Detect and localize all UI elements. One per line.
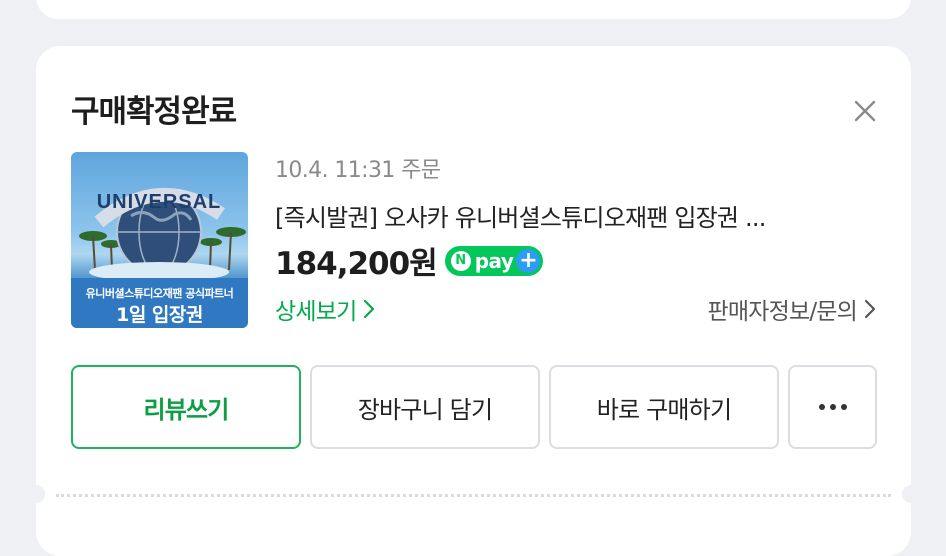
add-to-cart-button[interactable]: 장바구니 담기 — [310, 365, 540, 449]
npay-plus-icon: + — [516, 248, 541, 273]
close-icon[interactable] — [850, 96, 880, 126]
npay-n-icon: N — [450, 250, 471, 271]
order-date: 10.4. 11:31 주문 — [275, 158, 441, 183]
write-review-button[interactable]: 리뷰쓰기 — [71, 365, 301, 449]
seller-info-link[interactable]: 판매자정보/문의 — [708, 292, 877, 326]
chevron-right-icon — [864, 299, 876, 319]
previous-order-card — [36, 0, 911, 19]
thumbnail-ticket-label: 1일 입장권 — [116, 304, 203, 326]
chevron-right-icon — [364, 299, 375, 319]
more-options-button[interactable] — [788, 365, 877, 449]
more-dots-icon — [818, 404, 847, 410]
order-card: 구매확정완료 UNIVERSAL 유니버셜스튜디오재팬 공식파트너 1일 입장권… — [27, 46, 920, 556]
ticket-notch-right — [902, 485, 920, 503]
npay-plus-badge: N pay + — [444, 245, 544, 276]
npay-label: pay — [474, 248, 514, 273]
ticket-notch-left — [27, 485, 45, 503]
price-row: 184,200원 N pay + — [275, 238, 544, 283]
dotted-divider — [56, 494, 891, 497]
product-thumbnail[interactable]: UNIVERSAL 유니버셜스튜디오재팬 공식파트너 1일 입장권 — [71, 152, 248, 328]
view-details-link[interactable]: 상세보기 — [275, 292, 376, 326]
seller-info-label: 판매자정보/문의 — [707, 299, 858, 325]
product-name[interactable]: [즉시발권] 오사카 유니버셜스튜디오재팬 입장권 ... — [275, 198, 875, 233]
order-status-title: 구매확정완료 — [71, 94, 237, 130]
buy-now-button[interactable]: 바로 구매하기 — [549, 365, 779, 449]
thumbnail-caption: 유니버셜스튜디오재팬 공식파트너 — [85, 287, 234, 300]
product-price: 184,200원 — [275, 246, 438, 282]
view-details-label: 상세보기 — [275, 299, 357, 325]
universal-logo-text: UNIVERSAL — [97, 191, 222, 213]
